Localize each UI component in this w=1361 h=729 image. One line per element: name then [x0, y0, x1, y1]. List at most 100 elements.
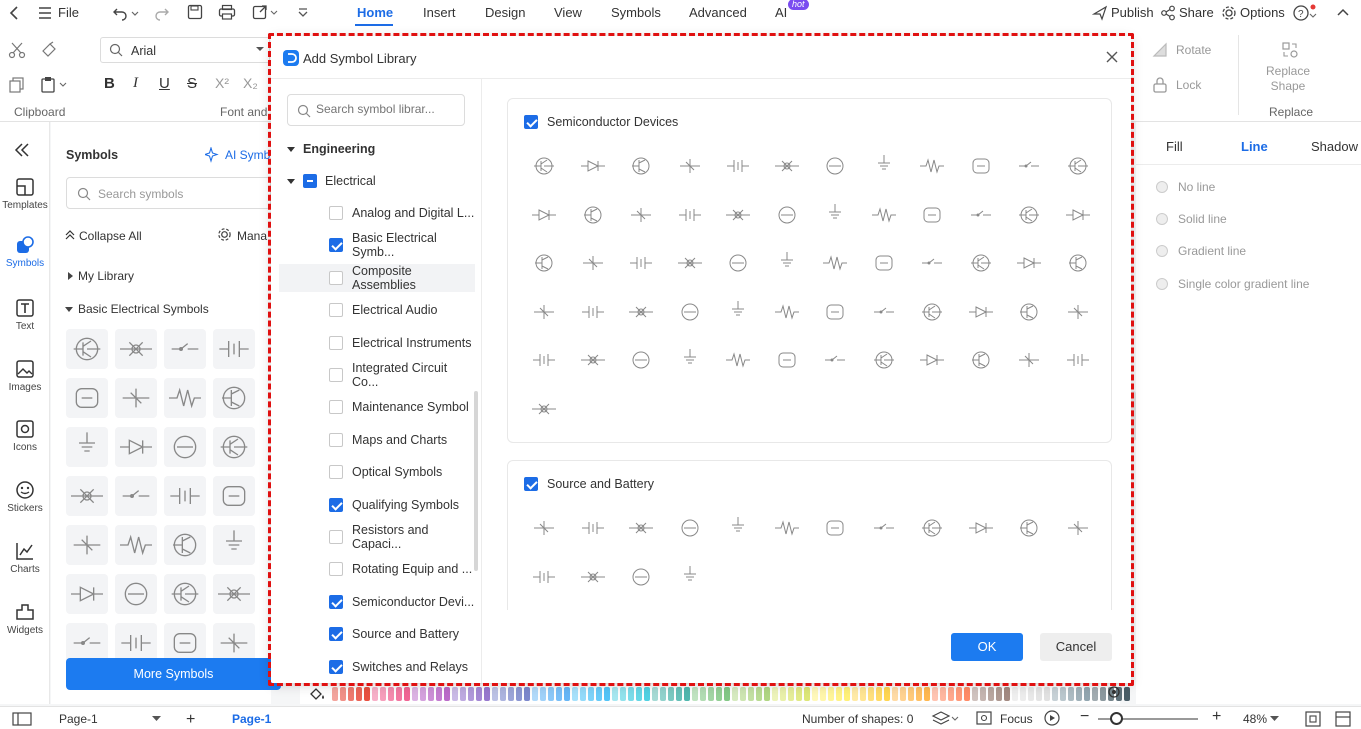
- more-symbols-button[interactable]: More Symbols: [66, 658, 281, 690]
- semiconductor-symbol[interactable]: [578, 345, 608, 375]
- color-swatch[interactable]: [732, 687, 738, 701]
- color-swatch[interactable]: [460, 687, 466, 701]
- color-swatch[interactable]: [884, 687, 890, 701]
- color-swatch[interactable]: [748, 687, 754, 701]
- semiconductor-symbol[interactable]: [772, 345, 802, 375]
- basic-symbol-cell[interactable]: [115, 329, 157, 369]
- basic-symbol-cell[interactable]: [66, 427, 108, 467]
- basic-symbol-cell[interactable]: [164, 378, 206, 418]
- chevron-down-icon[interactable]: [152, 716, 161, 722]
- group-checkbox[interactable]: [303, 174, 317, 188]
- semiconductor-symbol[interactable]: [820, 345, 850, 375]
- color-swatch[interactable]: [852, 687, 858, 701]
- color-swatch[interactable]: [764, 687, 770, 701]
- color-swatch[interactable]: [516, 687, 522, 701]
- tree-item[interactable]: Composite Assemblies: [279, 263, 475, 292]
- rotate-button[interactable]: Rotate: [1176, 43, 1211, 57]
- semiconductor-symbol[interactable]: [772, 248, 802, 278]
- color-swatch[interactable]: [996, 687, 1002, 701]
- tree-item[interactable]: Integrated Circuit Co...: [279, 361, 475, 389]
- options-button[interactable]: Options: [1240, 5, 1285, 20]
- color-swatch[interactable]: [1092, 687, 1098, 701]
- color-swatch[interactable]: [524, 687, 530, 701]
- layers-icon[interactable]: [931, 711, 959, 725]
- semiconductor-symbol[interactable]: [917, 297, 947, 327]
- semiconductor-symbol[interactable]: [675, 200, 705, 230]
- lock-button[interactable]: Lock: [1176, 78, 1201, 92]
- source-battery-symbol[interactable]: [578, 513, 608, 543]
- color-swatch[interactable]: [1028, 687, 1034, 701]
- tab-home[interactable]: Home: [357, 5, 393, 20]
- basic-symbol-cell[interactable]: [164, 574, 206, 614]
- tree-item-checkbox[interactable]: [329, 432, 343, 447]
- semiconductor-symbol[interactable]: [1063, 151, 1093, 181]
- cut-icon[interactable]: [8, 41, 26, 59]
- tab-view[interactable]: View: [554, 5, 582, 20]
- source-battery-symbol[interactable]: [772, 513, 802, 543]
- add-page-button[interactable]: +: [186, 711, 195, 729]
- color-swatch[interactable]: [580, 687, 586, 701]
- color-swatch[interactable]: [924, 687, 930, 701]
- close-icon[interactable]: [1103, 48, 1121, 66]
- basic-symbol-cell[interactable]: [213, 476, 255, 516]
- basic-symbol-cell[interactable]: [213, 623, 255, 663]
- tree-root-engineering[interactable]: Engineering: [279, 135, 475, 163]
- tab-fill[interactable]: Fill: [1166, 139, 1183, 154]
- semiconductor-symbol[interactable]: [675, 345, 705, 375]
- superscript-button[interactable]: X²: [215, 75, 229, 91]
- tree-group-electrical[interactable]: Electrical: [279, 167, 475, 195]
- semiconductor-symbol[interactable]: [626, 248, 656, 278]
- semiconductor-symbol[interactable]: [1063, 297, 1093, 327]
- semiconductor-symbol[interactable]: [917, 345, 947, 375]
- basic-symbol-cell[interactable]: [115, 427, 157, 467]
- chevron-down-icon[interactable]: [1270, 716, 1279, 722]
- tab-symbols[interactable]: Symbols: [611, 5, 661, 20]
- paste-icon[interactable]: [40, 76, 68, 94]
- library-search-field[interactable]: [316, 102, 456, 116]
- color-swatch[interactable]: [644, 687, 650, 701]
- format-painter-icon[interactable]: [40, 41, 58, 59]
- basic-symbol-cell[interactable]: [66, 378, 108, 418]
- color-swatch[interactable]: [916, 687, 922, 701]
- source-battery-symbol[interactable]: [626, 513, 656, 543]
- replace-shape-button[interactable]: Replace Shape: [1262, 64, 1314, 94]
- underline-button[interactable]: U: [159, 75, 170, 92]
- color-swatch[interactable]: [1084, 687, 1090, 701]
- tree-item-checkbox[interactable]: [329, 335, 343, 350]
- color-swatch[interactable]: [1052, 687, 1058, 701]
- page-tab-active[interactable]: Page-1: [232, 712, 271, 726]
- tree-item-checkbox[interactable]: [329, 303, 343, 318]
- page-panel-icon[interactable]: [12, 712, 32, 726]
- semiconductor-symbol[interactable]: [675, 248, 705, 278]
- nav-stickers[interactable]: Stickers: [0, 480, 50, 514]
- tree-item[interactable]: Electrical Instruments: [279, 329, 475, 357]
- tree-item-checkbox[interactable]: [329, 530, 343, 544]
- cancel-button[interactable]: Cancel: [1040, 633, 1112, 661]
- source-battery-symbol[interactable]: [1014, 513, 1044, 543]
- color-swatch[interactable]: [412, 687, 418, 701]
- color-swatch[interactable]: [1068, 687, 1074, 701]
- nav-templates[interactable]: Templates: [0, 177, 50, 211]
- color-swatch[interactable]: [932, 687, 938, 701]
- color-swatch[interactable]: [596, 687, 602, 701]
- line-option-none[interactable]: No line: [1156, 180, 1215, 194]
- semiconductor-symbol[interactable]: [529, 248, 559, 278]
- tree-item[interactable]: Maps and Charts: [279, 426, 475, 454]
- color-swatch[interactable]: [804, 687, 810, 701]
- focus-button[interactable]: Focus: [1000, 712, 1033, 726]
- color-swatch[interactable]: [1004, 687, 1010, 701]
- semiconductor-symbol[interactable]: [626, 200, 656, 230]
- tree-item[interactable]: Qualifying Symbols: [279, 491, 475, 519]
- semiconductor-symbol[interactable]: [966, 200, 996, 230]
- color-swatch[interactable]: [380, 687, 386, 701]
- fullscreen-icon[interactable]: [1335, 711, 1351, 727]
- color-swatch[interactable]: [532, 687, 538, 701]
- color-swatch[interactable]: [796, 687, 802, 701]
- fill-bucket-icon[interactable]: [308, 686, 328, 702]
- color-swatch[interactable]: [964, 687, 970, 701]
- tree-item-checkbox[interactable]: [329, 400, 343, 415]
- undo-dropdown-icon[interactable]: [131, 5, 139, 21]
- nav-charts[interactable]: Charts: [0, 541, 50, 575]
- tree-item[interactable]: Basic Electrical Symb...: [279, 231, 475, 259]
- export-icon[interactable]: [252, 4, 278, 20]
